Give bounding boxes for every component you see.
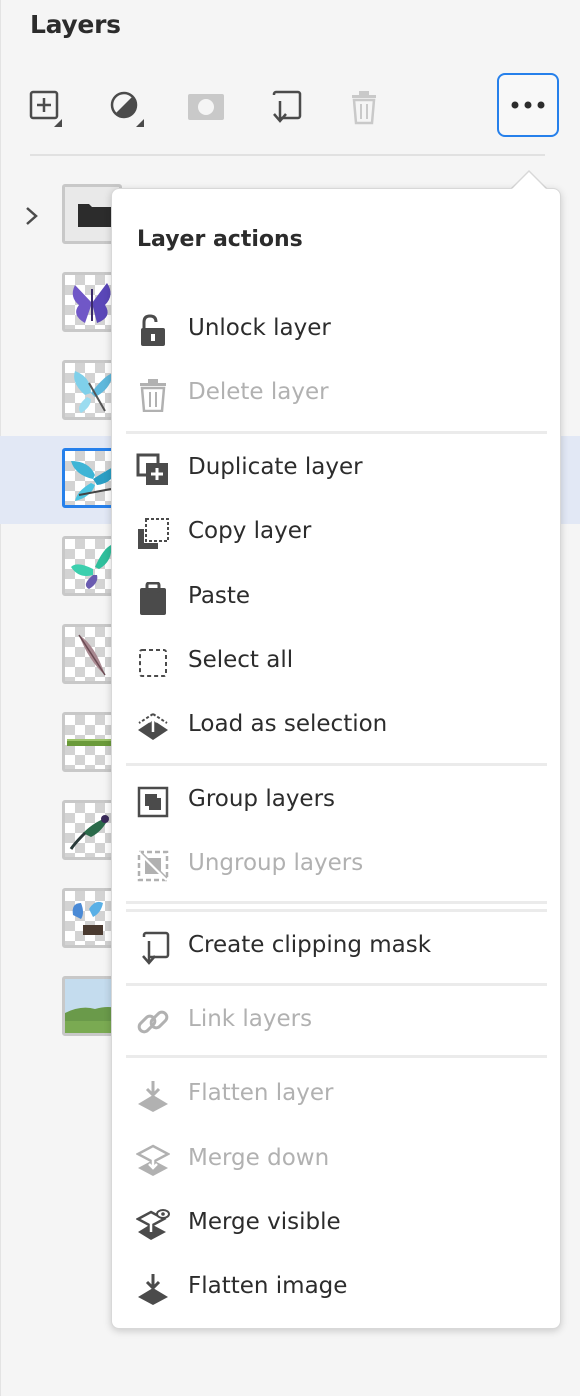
menu-item-link-layers[interactable]: Link layers [112,992,560,1050]
load-selection-icon [136,710,170,744]
menu-divider [126,909,547,912]
menu-item-label: Create clipping mask [188,932,432,958]
add-layer-icon [29,90,62,127]
menu-pointer-fill [511,172,547,190]
menu-item-merge-visible[interactable]: Merge visible [112,1195,560,1253]
menu-divider [126,901,547,904]
merge-down-icon [136,1144,170,1178]
mask-icon [188,94,224,120]
menu-item-label: Unlock layer [188,315,331,341]
menu-item-label: Duplicate layer [188,454,363,480]
menu-item-label: Link layers [188,1006,313,1032]
toolbar-divider [30,154,545,156]
menu-item-ungroup-layers[interactable]: Ungroup layers [112,836,560,894]
add-layer-button[interactable] [24,85,68,129]
menu-item-merge-down[interactable]: Merge down [112,1131,560,1189]
menu-item-copy-layer[interactable]: Copy layer [112,504,560,562]
trash-icon [136,378,170,412]
adjustment-layer-icon [110,91,144,127]
trash-icon [352,91,376,125]
menu-divider [126,431,547,434]
more-options-button[interactable] [497,73,559,137]
unlock-icon [136,314,170,348]
menu-item-paste[interactable]: Paste [112,569,560,627]
menu-divider [126,1055,547,1058]
flatten-image-icon [136,1272,170,1306]
menu-item-label: Flatten layer [188,1080,334,1106]
menu-item-label: Select all [188,647,294,673]
menu-item-label: Load as selection [188,711,388,737]
menu-divider [126,763,547,766]
layer-actions-menu: Layer actions Unlock layer Delete layer [111,188,561,1329]
menu-item-label: Merge down [188,1145,330,1171]
copy-icon [136,517,170,551]
menu-item-label: Copy layer [188,518,312,544]
menu-item-unlock-layer[interactable]: Unlock layer [112,301,560,359]
add-mask-button[interactable] [184,85,228,129]
adjustment-layer-button[interactable] [104,85,148,129]
flatten-layer-icon [136,1079,170,1113]
panel-title: Layers [30,10,121,39]
select-all-icon [136,646,170,680]
menu-item-flatten-layer[interactable]: Flatten layer [112,1066,560,1124]
menu-item-flatten-image[interactable]: Flatten image [112,1259,560,1317]
ungroup-icon [136,849,170,883]
menu-item-duplicate-layer[interactable]: Duplicate layer [112,440,560,498]
merge-visible-icon [136,1208,170,1242]
menu-item-label: Flatten image [188,1273,348,1299]
menu-item-label: Paste [188,583,251,609]
more-icon [511,101,545,109]
menu-item-label: Ungroup layers [188,850,364,876]
clipping-mask-icon [136,931,170,965]
menu-item-select-all[interactable]: Select all [112,633,560,691]
menu-item-create-clipping-mask[interactable]: Create clipping mask [112,918,560,976]
menu-item-label: Merge visible [188,1209,341,1235]
duplicate-icon [136,453,170,487]
menu-item-label: Delete layer [188,379,329,405]
menu-heading: Layer actions [137,227,303,252]
menu-divider [126,983,547,986]
delete-layer-button[interactable] [342,85,386,129]
clipping-mask-icon [271,90,302,123]
menu-item-group-layers[interactable]: Group layers [112,772,560,830]
group-icon [136,785,170,819]
menu-item-delete-layer[interactable]: Delete layer [112,365,560,423]
clipboard-icon [136,582,170,616]
link-icon [136,1005,170,1039]
clipping-mask-button[interactable] [264,85,308,129]
menu-item-load-as-selection[interactable]: Load as selection [112,697,560,755]
menu-item-label: Group layers [188,786,336,812]
